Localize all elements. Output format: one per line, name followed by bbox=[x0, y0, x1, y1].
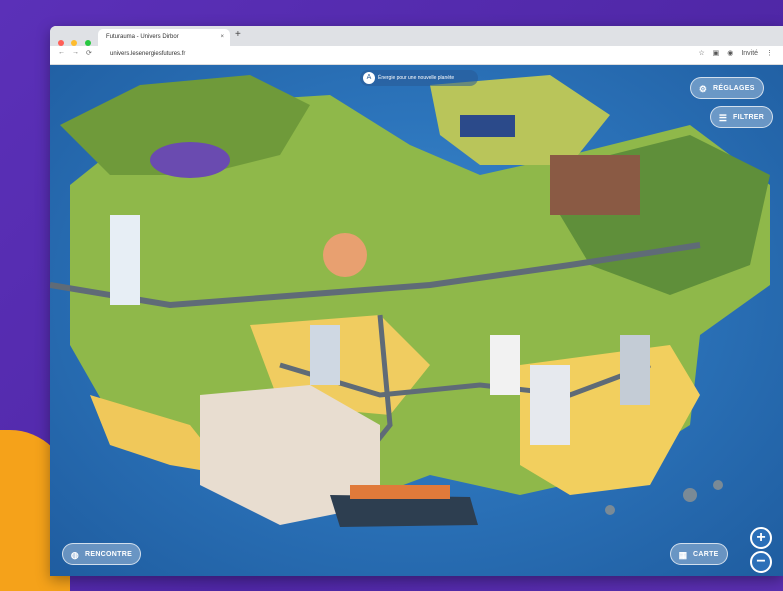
campus-building bbox=[550, 155, 640, 215]
profile-icon[interactable]: ◉ bbox=[727, 50, 733, 57]
chat-icon: ◍ bbox=[70, 550, 80, 560]
container-ship bbox=[330, 495, 478, 527]
zoom-out-button[interactable]: − bbox=[750, 551, 772, 573]
filter-button[interactable]: ☰ Filtrer bbox=[710, 106, 774, 128]
rock-1 bbox=[683, 488, 697, 502]
bookmark-icon[interactable]: ☆ bbox=[698, 50, 704, 57]
reload-icon[interactable]: ⟳ bbox=[86, 49, 92, 57]
zoom-in-button[interactable]: + bbox=[750, 527, 772, 549]
forward-icon[interactable]: → bbox=[72, 49, 79, 56]
tower-2 bbox=[310, 325, 340, 385]
region-badge[interactable]: A Énergie pour une nouvelle planète bbox=[360, 70, 478, 86]
stadium bbox=[150, 142, 230, 178]
ship-containers bbox=[350, 485, 450, 499]
back-icon[interactable]: ← bbox=[58, 49, 65, 56]
reactor-dome bbox=[323, 233, 367, 277]
map-button[interactable]: ▦ Carte bbox=[670, 543, 728, 565]
profile-label[interactable]: Invité bbox=[741, 50, 758, 57]
tower-3 bbox=[490, 335, 520, 395]
city-map-scene[interactable]: A Énergie pour une nouvelle planète ⚙ Ré… bbox=[50, 65, 783, 576]
encounter-button[interactable]: ◍ Rencontre bbox=[62, 543, 142, 565]
browser-toolbar: ☆ ▣ ◉ Invité ⋮ bbox=[692, 49, 773, 57]
rock-2 bbox=[713, 480, 723, 490]
browser-tab[interactable]: Futurauma - Univers Dirbor × bbox=[98, 29, 230, 46]
tab-bar: Futurauma - Univers Dirbor × + bbox=[50, 26, 783, 46]
tower-4 bbox=[530, 365, 570, 445]
tower-5 bbox=[620, 335, 650, 405]
settings-button[interactable]: ⚙ Réglages bbox=[690, 77, 764, 99]
settings-label: Réglages bbox=[713, 85, 755, 92]
map-icon: ▦ bbox=[678, 550, 688, 560]
extensions-icon[interactable]: ▣ bbox=[713, 50, 720, 57]
solar-panels bbox=[460, 115, 515, 137]
island-illustration bbox=[50, 75, 770, 527]
tab-title: Futurauma - Univers Dirbor bbox=[106, 34, 179, 40]
marker-icon: A bbox=[363, 72, 375, 84]
tower-1 bbox=[110, 215, 140, 305]
rock-3 bbox=[605, 505, 615, 515]
map-label: Carte bbox=[693, 551, 719, 558]
filter-icon: ☰ bbox=[718, 113, 728, 123]
menu-icon[interactable]: ⋮ bbox=[766, 50, 773, 57]
encounter-label: Rencontre bbox=[85, 551, 133, 558]
new-tab-button[interactable]: + bbox=[235, 29, 241, 40]
url-field[interactable]: univers.lesenergiesfutures.fr bbox=[110, 51, 185, 57]
browser-window: Futurauma - Univers Dirbor × + ← → ⟳ uni… bbox=[50, 26, 783, 576]
tab-close-icon[interactable]: × bbox=[220, 29, 224, 46]
north-east-island bbox=[430, 75, 610, 165]
region-badge-label: Énergie pour une nouvelle planète bbox=[378, 75, 455, 81]
gear-icon: ⚙ bbox=[698, 84, 708, 94]
filter-label: Filtrer bbox=[733, 114, 765, 121]
address-bar: ← → ⟳ univers.lesenergiesfutures.fr ☆ ▣ … bbox=[50, 46, 783, 65]
